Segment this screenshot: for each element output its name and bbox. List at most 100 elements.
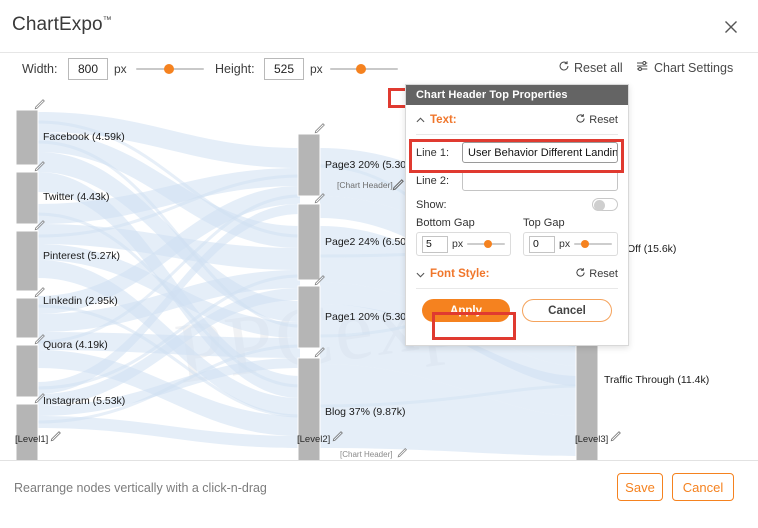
reset-icon (558, 60, 570, 75)
bottom-gap-control: 5 px (416, 232, 511, 256)
height-label: Height: (215, 62, 255, 76)
level-label-3: [Level3] (575, 434, 609, 445)
font-style-section-header[interactable]: Font Style: Reset (416, 262, 618, 286)
width-slider[interactable] (136, 64, 204, 74)
footer-cancel-button[interactable]: Cancel (672, 473, 734, 501)
width-label: Width: (22, 62, 58, 76)
height-unit-label: px (310, 62, 323, 76)
node-label-instagram: Instagram (5.53k) (43, 395, 126, 407)
reset-icon (575, 267, 586, 281)
chevron-up-icon[interactable] (416, 116, 425, 125)
node-label-traffic-through: Traffic Through (11.4k) (604, 374, 710, 386)
level-edit-icon[interactable] (610, 430, 623, 443)
bottom-gap-slider-knob[interactable] (483, 240, 492, 248)
node-edit-icon[interactable] (34, 219, 47, 232)
bottom-gap-slider[interactable] (467, 239, 505, 249)
footer-bar: Rearrange nodes vertically with a click-… (0, 460, 758, 528)
show-toggle-knob (594, 200, 605, 211)
node-edit-icon[interactable] (34, 333, 47, 346)
level-label-2: [Level2] (297, 434, 331, 445)
node-label-page1: Page1 20% (5.30k) (325, 311, 415, 323)
chart-header-top-edit-icon[interactable] (392, 178, 405, 191)
top-gap-slider-track (574, 243, 612, 245)
font-style-label: Font Style: (430, 268, 490, 280)
chart-header-top-properties-panel[interactable]: Chart Header Top Properties Text: Reset (405, 84, 629, 346)
node-label-facebook: Facebook (4.59k) (43, 131, 125, 143)
gap-row: Bottom Gap 5 px Top Gap 0 px (416, 217, 618, 256)
level-label-1: [Level1] (15, 434, 49, 445)
top-gap-label: Top Gap (523, 217, 565, 229)
line2-input[interactable] (462, 170, 618, 191)
node-label-page2: Page2 24% (6.50k) (325, 236, 415, 248)
width-input[interactable]: 800 (68, 58, 108, 80)
bottom-gap-input[interactable]: 5 (422, 235, 448, 253)
chart-header-top-tag: [Chart Header] (337, 180, 393, 190)
bottom-gap-unit: px (452, 238, 464, 250)
node-edit-icon[interactable] (34, 392, 47, 405)
text-reset-button[interactable]: Reset (575, 113, 618, 127)
chart-settings-label: Chart Settings (654, 60, 734, 75)
bottom-gap-group: Bottom Gap 5 px (416, 217, 511, 256)
height-slider-knob[interactable] (356, 64, 367, 74)
panel-cancel-button[interactable]: Cancel (522, 299, 612, 322)
level-edit-icon[interactable] (332, 430, 345, 443)
top-gap-slider[interactable] (574, 239, 612, 249)
top-gap-input[interactable]: 0 (529, 235, 555, 253)
node-label-twitter: Twitter (4.43k) (43, 191, 110, 203)
text-section-title-group: Text: (416, 114, 457, 126)
chartexpo-editor-window: ChartExpo™ Width: 800 px Height: 525 px (0, 0, 758, 528)
height-input[interactable]: 525 (264, 58, 304, 80)
reset-all-button[interactable]: Reset all (558, 60, 623, 75)
level-edit-icon[interactable] (50, 430, 63, 443)
show-label: Show: (416, 198, 447, 211)
node-edit-icon[interactable] (314, 346, 327, 359)
width-slider-knob[interactable] (163, 64, 174, 74)
panel-title: Chart Header Top Properties (406, 85, 628, 105)
height-slider[interactable] (330, 64, 398, 74)
font-style-title-group: Font Style: (416, 268, 489, 280)
node-label-pinterest: Pinterest (5.27k) (43, 250, 121, 262)
reset-all-label: Reset all (574, 60, 623, 75)
text-reset-label: Reset (589, 114, 618, 126)
chevron-down-icon[interactable] (416, 270, 425, 279)
node-edit-icon[interactable] (34, 98, 47, 111)
apply-button[interactable]: Apply (422, 299, 510, 322)
node-label-page3: Page3 20% (5.30k) (325, 159, 415, 171)
node-edit-icon[interactable] (314, 192, 327, 205)
save-button[interactable]: Save (617, 473, 663, 501)
dimension-toolbar: Width: 800 px Height: 525 px Reset all C… (0, 52, 758, 86)
node-label-linkedin: Linkedin (2.95k) (43, 295, 118, 307)
line2-label: Line 2: (416, 174, 450, 187)
node-edit-icon[interactable] (314, 274, 327, 287)
text-section-header[interactable]: Text: Reset (416, 108, 618, 132)
chart-settings-button[interactable]: Chart Settings (636, 60, 733, 75)
trademark-mark: ™ (102, 14, 112, 25)
show-toggle[interactable] (592, 198, 618, 211)
node-label-blog: Blog 37% (9.87k) (325, 406, 406, 418)
panel-body: Text: Reset Line 1: User Behavior Differ… (406, 108, 628, 322)
app-logo-text: ChartExpo (12, 14, 103, 35)
close-icon[interactable] (722, 18, 740, 36)
line1-label: Line 1: (416, 146, 450, 159)
node-edit-icon[interactable] (34, 160, 47, 173)
node-label-bounced-off: Off (15.6k) (627, 243, 677, 255)
divider (416, 134, 618, 135)
divider (416, 288, 618, 289)
top-gap-slider-knob[interactable] (581, 240, 590, 248)
line1-input[interactable]: User Behavior Different Landin (462, 142, 618, 163)
sankey-chart-canvas[interactable]: PPCexpo (0, 86, 758, 460)
top-gap-group: Top Gap 0 px (523, 217, 618, 256)
chart-header-bottom-edit-icon[interactable] (397, 447, 410, 460)
line1-row: Line 1: User Behavior Different Landin (416, 142, 618, 163)
font-style-reset-label: Reset (589, 268, 618, 280)
sliders-icon (636, 60, 650, 75)
node-edit-icon[interactable] (34, 286, 47, 299)
font-style-reset-button[interactable]: Reset (575, 267, 618, 281)
line1-value: User Behavior Different Landin (468, 146, 618, 159)
text-section-label: Text: (430, 114, 457, 126)
reset-icon (575, 113, 586, 127)
panel-action-buttons: Apply Cancel (416, 299, 618, 322)
node-edit-icon[interactable] (314, 122, 327, 135)
line2-row: Line 2: (416, 170, 618, 191)
top-gap-control: 0 px (523, 232, 618, 256)
